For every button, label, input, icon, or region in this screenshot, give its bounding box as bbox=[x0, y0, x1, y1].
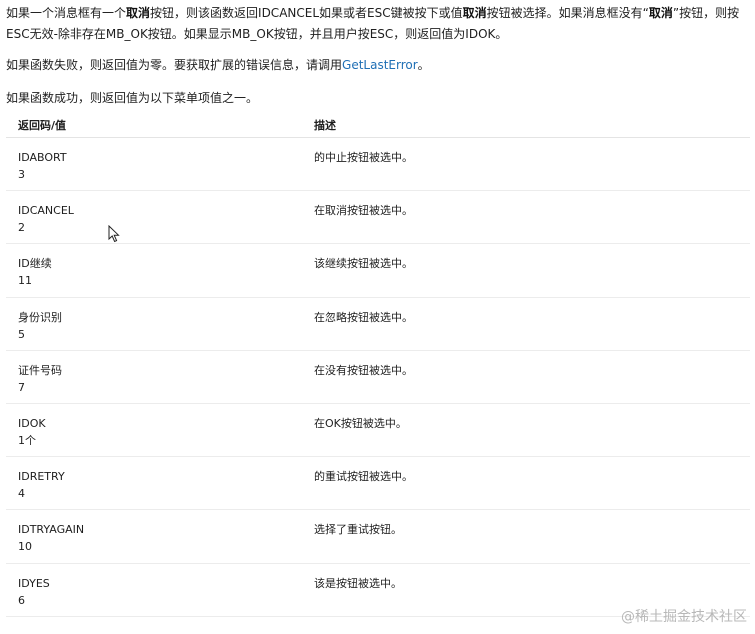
return-description: 的重试按钮被选中。 bbox=[314, 470, 413, 484]
return-value-paragraph-fail: 如果函数失败，则返回值为零。要获取扩展的错误信息，请调用GetLastError… bbox=[6, 55, 751, 76]
return-value: 2 bbox=[18, 221, 25, 235]
table-row: IDABORT 3 的中止按钮被选中。 bbox=[6, 138, 750, 192]
return-value: 6 bbox=[18, 593, 25, 607]
table-row: IDOK 1个 在OK按钮被选中。 bbox=[6, 404, 750, 458]
return-description: 在取消按钮被选中。 bbox=[314, 204, 413, 218]
doc-content: 如果一个消息框有一个取消按钮，则该函数返回IDCANCEL如果或者ESC键被按下… bbox=[6, 0, 751, 109]
return-code: 证件号码 bbox=[18, 363, 62, 377]
para2-text: 如果函数失败，则返回值为零。要获取扩展的错误信息，请调用 bbox=[6, 58, 343, 72]
para2-end: 。 bbox=[417, 58, 430, 72]
para1-text-2: 按钮，则该函数返回IDCANCEL如果或者ESC键被按下或值 bbox=[150, 6, 463, 20]
return-description: 该继续按钮被选中。 bbox=[314, 257, 413, 271]
table-body: IDABORT 3 的中止按钮被选中。 IDCANCEL 2 在取消按钮被选中。 ID继续 1… bbox=[6, 138, 750, 617]
return-value: 4 bbox=[18, 487, 25, 501]
table-row: IDTRYAGAIN 10 选择了重试按钮。 bbox=[6, 510, 750, 564]
return-code: 身份识别 bbox=[18, 310, 62, 324]
para1-text-1: 如果一个消息框有一个 bbox=[6, 6, 127, 20]
table-row: IDRETRY 4 的重试按钮被选中。 bbox=[6, 457, 750, 511]
return-description: 该是按钮被选中。 bbox=[314, 576, 402, 590]
header-description: 描述 bbox=[314, 119, 336, 132]
return-description: 在OK按钮被选中。 bbox=[314, 416, 407, 430]
mouse-pointer-icon bbox=[108, 225, 120, 243]
return-value: 3 bbox=[18, 168, 25, 181]
return-code: IDCANCEL bbox=[18, 204, 74, 218]
return-value-paragraph-success: 如果函数成功，则返回值为以下菜单项值之一。 bbox=[6, 91, 259, 105]
para1-bold-cancel-1: 取消 bbox=[126, 6, 151, 20]
para1-bold-cancel-3: 取消 bbox=[648, 6, 673, 20]
return-value: 7 bbox=[18, 380, 25, 394]
return-code: IDABORT bbox=[18, 151, 67, 164]
return-code: IDRETRY bbox=[18, 470, 65, 484]
return-description: 的中止按钮被选中。 bbox=[314, 151, 413, 164]
table-header: 返回码/值 描述 bbox=[6, 112, 750, 138]
table-row: 证件号码 7 在没有按钮被选中。 bbox=[6, 351, 750, 404]
table-row: 身份识别 5 在忽略按钮被选中。 bbox=[6, 298, 750, 351]
return-value-paragraph-cancel: 如果一个消息框有一个取消按钮，则该函数返回IDCANCEL如果或者ESC键被按下… bbox=[6, 0, 751, 45]
return-value: 5 bbox=[18, 327, 25, 341]
return-code: IDTRYAGAIN bbox=[18, 523, 85, 537]
return-code: IDOK bbox=[18, 416, 46, 430]
return-value: 1个 bbox=[18, 433, 36, 447]
return-description: 在忽略按钮被选中。 bbox=[314, 310, 413, 324]
para1-bold-cancel-2: 取消 bbox=[462, 6, 487, 20]
getlasterror-link[interactable]: GetLastError bbox=[342, 58, 418, 72]
return-description: 在没有按钮被选中。 bbox=[314, 363, 413, 377]
return-code: IDYES bbox=[18, 576, 50, 590]
return-codes-table: 返回码/值 描述 IDABORT 3 的中止按钮被选中。 IDCANCEL 2 在取消按钮… bbox=[6, 112, 750, 617]
return-description: 选择了重试按钮。 bbox=[314, 523, 402, 537]
table-row: ID继续 11 该继续按钮被选中。 bbox=[6, 244, 750, 298]
para1-text-3: 按钮被选择。如果消息框没有“ bbox=[486, 6, 649, 20]
return-value: 10 bbox=[18, 540, 32, 554]
watermark-text: @稀土掘金技术社区 bbox=[621, 609, 747, 625]
header-code: 返回码/值 bbox=[18, 119, 67, 132]
return-code: ID继续 bbox=[18, 257, 52, 271]
return-value: 11 bbox=[18, 274, 32, 288]
